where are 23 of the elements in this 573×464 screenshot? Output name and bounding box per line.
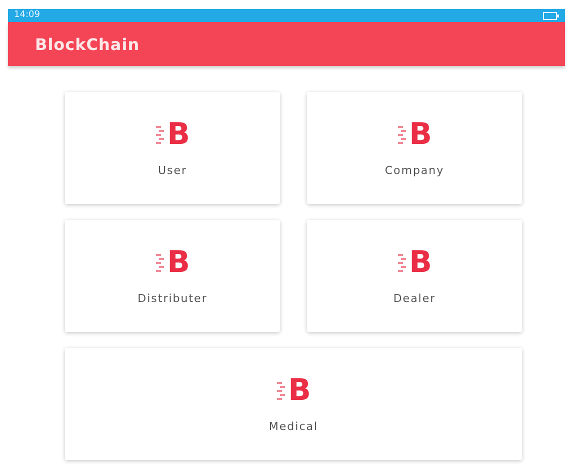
- dots-icon: [397, 252, 408, 274]
- dots-icon: [155, 124, 166, 146]
- status-time: 14:09: [14, 11, 40, 20]
- logo-letter: B: [167, 120, 190, 150]
- logo-letter: B: [167, 248, 190, 278]
- menu-card[interactable]: B Medical: [65, 348, 522, 460]
- card-label: Dealer: [393, 292, 436, 304]
- card-label: User: [158, 164, 188, 176]
- dots-icon: [155, 252, 166, 274]
- logo-letter: B: [288, 376, 311, 406]
- menu-card[interactable]: B User: [65, 92, 280, 204]
- menu-card[interactable]: B Company: [307, 92, 522, 204]
- card-label: Medical: [268, 420, 318, 432]
- menu-card[interactable]: B Dealer: [307, 220, 522, 332]
- app-title: BlockChain: [35, 34, 140, 54]
- card-label: Distributer: [138, 292, 208, 304]
- dots-icon: [397, 124, 408, 146]
- logo-letter: B: [409, 248, 432, 278]
- menu-card[interactable]: B Distributer: [65, 220, 280, 332]
- card-label: Company: [384, 164, 444, 176]
- dots-icon: [276, 380, 286, 402]
- logo-letter: B: [409, 120, 432, 150]
- battery-icon: [543, 12, 559, 20]
